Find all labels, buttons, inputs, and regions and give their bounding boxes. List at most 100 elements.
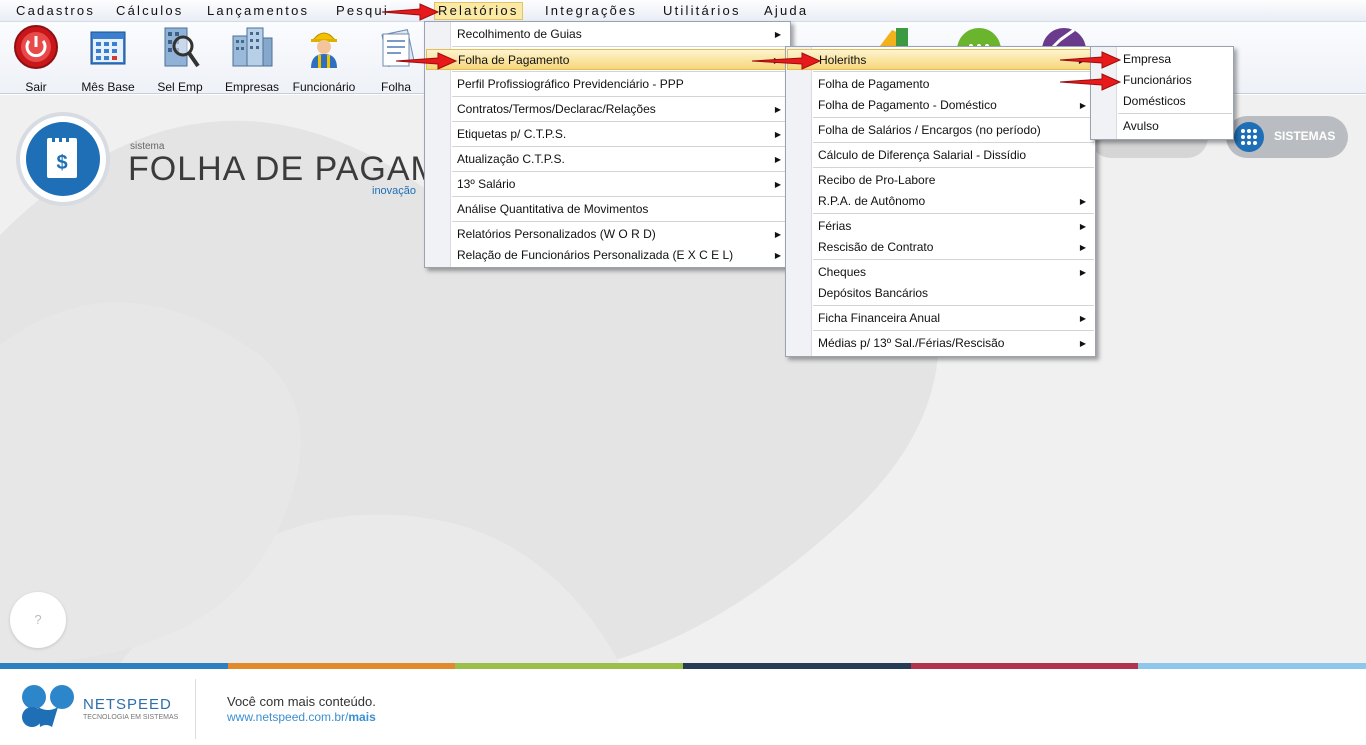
mes-base-label: Mês Base: [81, 80, 135, 94]
menu-item-recolhimento-guias[interactable]: Recolhimento de Guias ▶: [426, 24, 789, 45]
sel-emp-button[interactable]: Sel Emp: [145, 24, 215, 94]
sistemas-label: SISTEMAS: [1274, 129, 1336, 143]
submenu-arrow-icon: ▶: [1079, 314, 1086, 323]
menu-item-label: Rescisão de Contrato: [818, 240, 934, 254]
menu-item-label: Etiquetas p/ C.T.P.S.: [457, 127, 567, 141]
annotation-arrow-icon: [395, 52, 458, 70]
empresas-label: Empresas: [224, 80, 280, 94]
menu-item-label: Cálculo de Diferença Salarial - Dissídio: [818, 148, 1027, 162]
menu-item-label: Cheques: [818, 265, 867, 279]
folha-label: Folha: [380, 80, 412, 94]
netspeed-logo-icon: [22, 685, 74, 727]
menu-item-13-salario[interactable]: 13º Salário ▶: [426, 174, 789, 195]
buildings-icon: [232, 27, 273, 67]
menu-item-label: Folha de Pagamento: [818, 77, 930, 91]
menu-item-label: 13º Salário: [457, 177, 516, 191]
menu-item-folha-salarios-encargos[interactable]: Folha de Salários / Encargos (no período…: [787, 120, 1094, 141]
menu-item-label: Recibo de Pro-Labore: [818, 173, 936, 187]
submenu-arrow-icon: ▶: [1079, 197, 1086, 206]
menu-item-ppp[interactable]: Perfil Profissiográfico Previdenciário -…: [426, 74, 789, 95]
menu-item-cheques[interactable]: Cheques ▶: [787, 262, 1094, 283]
menu-item-avulso[interactable]: Avulso: [1092, 116, 1232, 137]
menu-item-folha-de-pagamento[interactable]: Folha de Pagamento▶: [426, 49, 789, 70]
help-button[interactable]: ?: [10, 592, 66, 648]
menu-item-rescisao[interactable]: Rescisão de Contrato ▶: [787, 237, 1094, 258]
submenu-arrow-icon: ▶: [1079, 222, 1086, 231]
menu-lancamentos[interactable]: Lançamentos: [207, 3, 309, 18]
sistemas-button[interactable]: SISTEMAS: [1226, 116, 1348, 158]
menu-item-label: Relação de Funcionários Personalizada (E…: [457, 248, 734, 262]
relatorios-menu: Recolhimento de Guias ▶ Folha de Pagament…: [424, 21, 791, 268]
menu-item-folha-domestico[interactable]: Folha de Pagamento - Doméstico ▶: [787, 95, 1094, 116]
menu-item-label: Perfil Profissiográfico Previdenciário -…: [457, 77, 684, 91]
submenu-arrow-icon: ▶: [774, 155, 781, 164]
menu-item-label: Férias: [818, 219, 852, 233]
menu-item-rpa-autonomo[interactable]: R.P.A. de Autônomo ▶: [787, 191, 1094, 212]
menu-item-label: Empresa: [1123, 52, 1172, 66]
funcionario-button[interactable]: Funcionário: [289, 24, 359, 94]
menu-relatorios[interactable]: Relatórios: [434, 2, 523, 20]
folha-submenu: Holeriths▶ Folha de Pagamento Folha de P…: [785, 46, 1096, 357]
menu-item-etiquetas[interactable]: Etiquetas p/ C.T.P.S. ▶: [426, 124, 789, 145]
submenu-arrow-icon: ▶: [1079, 268, 1086, 277]
menu-item-label: Ficha Financeira Anual: [818, 311, 941, 325]
menu-item-relatorios-personalizados[interactable]: Relatórios Personalizados (W O R D) ▶: [426, 224, 789, 245]
funcionario-label: Funcionário: [292, 80, 356, 94]
search-building-icon: [164, 27, 200, 68]
menu-item-label: Recolhimento de Guias: [457, 27, 582, 41]
grid-icon: [1234, 122, 1264, 152]
footer-brand-sub: TECNOLOGIA EM SISTEMAS: [83, 714, 179, 721]
footer-divider: [195, 679, 196, 739]
calendar-icon: [90, 31, 126, 65]
menu-item-contratos[interactable]: Contratos/Termos/Declarac/Relações ▶: [426, 99, 789, 120]
annotation-arrow-icon: [381, 3, 440, 21]
menu-item-atualizacao-ctps[interactable]: Atualização C.T.P.S. ▶: [426, 149, 789, 170]
menu-item-domesticos[interactable]: Domésticos: [1092, 91, 1232, 112]
menu-item-holeriths[interactable]: Holeriths▶: [787, 49, 1094, 70]
menu-calculos[interactable]: Cálculos: [116, 3, 183, 18]
menu-utilitarios[interactable]: Utilitários: [663, 3, 741, 18]
submenu-arrow-icon: ▶: [1079, 339, 1086, 348]
menu-item-label: Avulso: [1123, 119, 1159, 133]
worker-icon: [311, 32, 337, 68]
menu-item-label: Domésticos: [1123, 94, 1186, 108]
menu-item-label: Holeriths: [819, 53, 867, 67]
menu-item-diferenca-salarial[interactable]: Cálculo de Diferença Salarial - Dissídio: [787, 145, 1094, 166]
menu-item-label: Funcionários: [1123, 73, 1192, 87]
footer-link-bold: mais: [348, 710, 376, 724]
submenu-arrow-icon: ▶: [774, 180, 781, 189]
menu-ajuda[interactable]: Ajuda: [764, 3, 808, 18]
menu-item-ficha-financeira[interactable]: Ficha Financeira Anual ▶: [787, 308, 1094, 329]
mes-base-button[interactable]: Mês Base: [73, 24, 143, 94]
menu-item-label: Depósitos Bancários: [818, 286, 929, 300]
svg-text:$: $: [56, 152, 67, 174]
menu-item-medias[interactable]: Médias p/ 13º Sal./Férias/Rescisão ▶: [787, 333, 1094, 354]
menu-item-analise-quantitativa[interactable]: Análise Quantitativa de Movimentos: [426, 199, 789, 220]
footer: NETSPEED TECNOLOGIA EM SISTEMAS Você com…: [0, 669, 1366, 745]
menu-item-ferias[interactable]: Férias ▶: [787, 216, 1094, 237]
menu-item-folha-pagamento[interactable]: Folha de Pagamento: [787, 74, 1094, 95]
menu-item-recibo-pro-labore[interactable]: Recibo de Pro-Labore: [787, 170, 1094, 191]
sair-button[interactable]: Sair: [1, 24, 71, 94]
submenu-arrow-icon: ▶: [774, 105, 781, 114]
empresas-button[interactable]: Empresas: [217, 24, 287, 94]
submenu-arrow-icon: ▶: [1079, 101, 1086, 110]
menu-cadastros[interactable]: Cadastros: [16, 3, 95, 18]
menu-integracoes[interactable]: Integrações: [545, 3, 637, 18]
menu-item-label: Atualização C.T.P.S.: [457, 152, 565, 166]
footer-brand: NETSPEED: [83, 696, 172, 713]
menu-item-label: R.P.A. de Autônomo: [818, 194, 926, 208]
annotation-arrow-icon: [751, 52, 822, 70]
menu-item-label: Médias p/ 13º Sal./Férias/Rescisão: [818, 336, 1005, 350]
sel-emp-label: Sel Emp: [157, 80, 203, 94]
submenu-arrow-icon: ▶: [774, 251, 781, 260]
menu-item-label: Folha de Pagamento - Doméstico: [818, 98, 997, 112]
submenu-arrow-icon: ▶: [1079, 243, 1086, 252]
menu-item-relacao-funcionarios[interactable]: Relação de Funcionários Personalizada (E…: [426, 245, 789, 266]
submenu-arrow-icon: ▶: [774, 30, 781, 39]
menu-item-label: Análise Quantitativa de Movimentos: [457, 202, 649, 216]
footer-link[interactable]: www.netspeed.com.br/mais: [227, 710, 376, 724]
menu-bar: Cadastros Cálculos Lançamentos Pesqui Re…: [0, 0, 1366, 22]
menu-item-depositos-bancarios[interactable]: Depósitos Bancários: [787, 283, 1094, 304]
submenu-arrow-icon: ▶: [774, 130, 781, 139]
